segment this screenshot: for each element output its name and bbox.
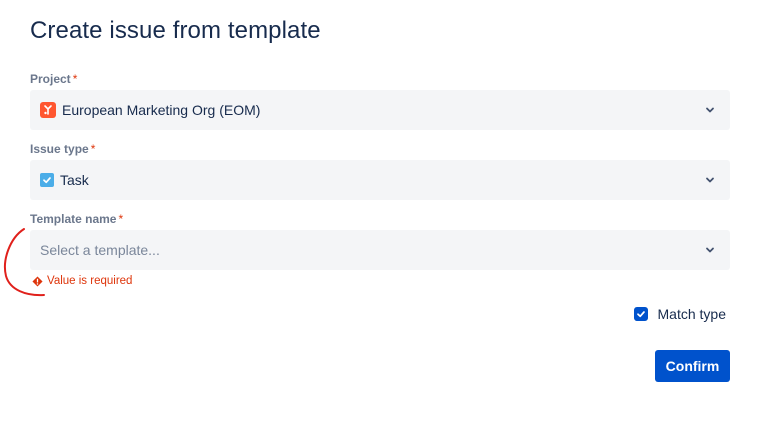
chevron-down-icon	[706, 247, 714, 253]
create-issue-dialog: Create issue from template Project * Euro…	[0, 0, 782, 424]
issue-type-label-text: Issue type	[30, 142, 89, 156]
error-text: Value is required	[47, 275, 133, 287]
template-placeholder: Select a template...	[40, 242, 160, 258]
project-select[interactable]: European Marketing Org (EOM)	[30, 90, 730, 130]
required-marker: *	[118, 212, 124, 226]
error-icon	[32, 275, 43, 287]
project-avatar-icon	[40, 102, 56, 118]
checkbox-checked-icon[interactable]	[633, 307, 648, 321]
confirm-button[interactable]: Confirm	[655, 350, 730, 382]
issue-type-label: Issue type *	[30, 142, 95, 156]
issue-type-value: Task	[60, 172, 89, 188]
project-label: Project *	[30, 72, 77, 86]
match-type-checkbox[interactable]: Match type	[633, 306, 726, 322]
project-value: European Marketing Org (EOM)	[62, 102, 261, 118]
required-marker: *	[72, 72, 78, 86]
page-title: Create issue from template	[30, 17, 321, 44]
template-name-label-text: Template name	[30, 212, 117, 226]
issue-type-select[interactable]: Task	[30, 160, 730, 200]
match-type-label: Match type	[657, 306, 726, 322]
template-select[interactable]: Select a template...	[30, 230, 730, 270]
chevron-down-icon	[706, 177, 714, 183]
chevron-down-icon	[706, 107, 714, 113]
required-marker: *	[90, 142, 96, 156]
template-name-label: Template name *	[30, 212, 123, 226]
project-label-text: Project	[30, 72, 71, 86]
template-error-message: Value is required	[32, 275, 132, 287]
task-checkbox-icon	[40, 173, 54, 187]
